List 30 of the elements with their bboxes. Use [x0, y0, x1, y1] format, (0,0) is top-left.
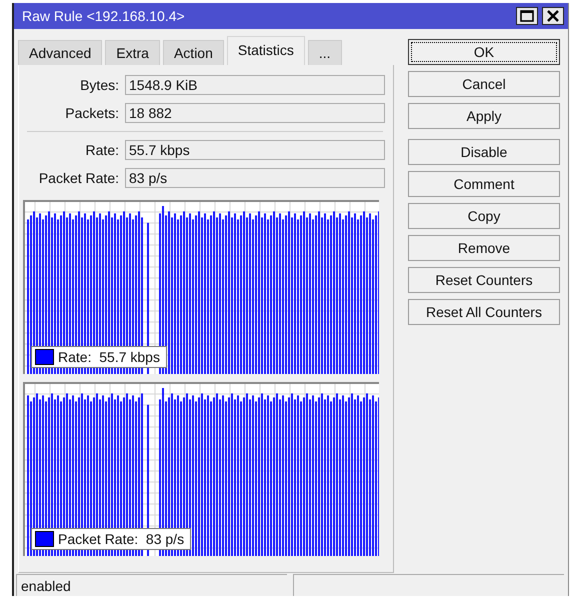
dialog-button[interactable]: Copy [408, 203, 560, 229]
dialog-button[interactable]: Disable [408, 139, 560, 165]
field-label: Packet Rate: [38, 170, 120, 186]
dialog-button[interactable]: Cancel [408, 71, 560, 97]
dialog-button[interactable]: Comment [408, 171, 560, 197]
readonly-field: 18 882 [125, 103, 385, 123]
maximize-icon[interactable] [516, 7, 538, 25]
field-label: Rate: [84, 142, 120, 158]
field-label: Bytes: [79, 77, 120, 93]
window-title: Raw Rule <192.168.10.4> [22, 8, 185, 24]
close-icon[interactable] [542, 7, 564, 25]
dialog-button[interactable]: OK [408, 39, 560, 65]
legend-swatch-icon [35, 531, 54, 547]
readonly-field: 1548.9 KiB [125, 75, 385, 95]
tab[interactable]: Action [162, 40, 224, 65]
status-text: enabled [16, 574, 287, 596]
tab[interactable]: Advanced [18, 40, 102, 65]
tab[interactable]: ... [308, 40, 342, 65]
legend-swatch-icon [35, 349, 54, 365]
field-label: Packets: [64, 105, 120, 121]
tab[interactable]: Extra [105, 40, 160, 65]
dialog-button[interactable]: Apply [408, 103, 560, 129]
dialog-button[interactable]: Remove [408, 235, 560, 261]
legend-text: Rate: 55.7 kbps [58, 349, 160, 365]
dialog-button[interactable]: Reset All Counters [408, 299, 560, 325]
legend-text: Packet Rate: 83 p/s [58, 531, 184, 547]
readonly-field: 83 p/s [125, 168, 385, 188]
tab[interactable]: Statistics [226, 36, 305, 65]
dialog-button[interactable]: Reset Counters [408, 267, 560, 293]
readonly-field: 55.7 kbps [125, 140, 385, 160]
